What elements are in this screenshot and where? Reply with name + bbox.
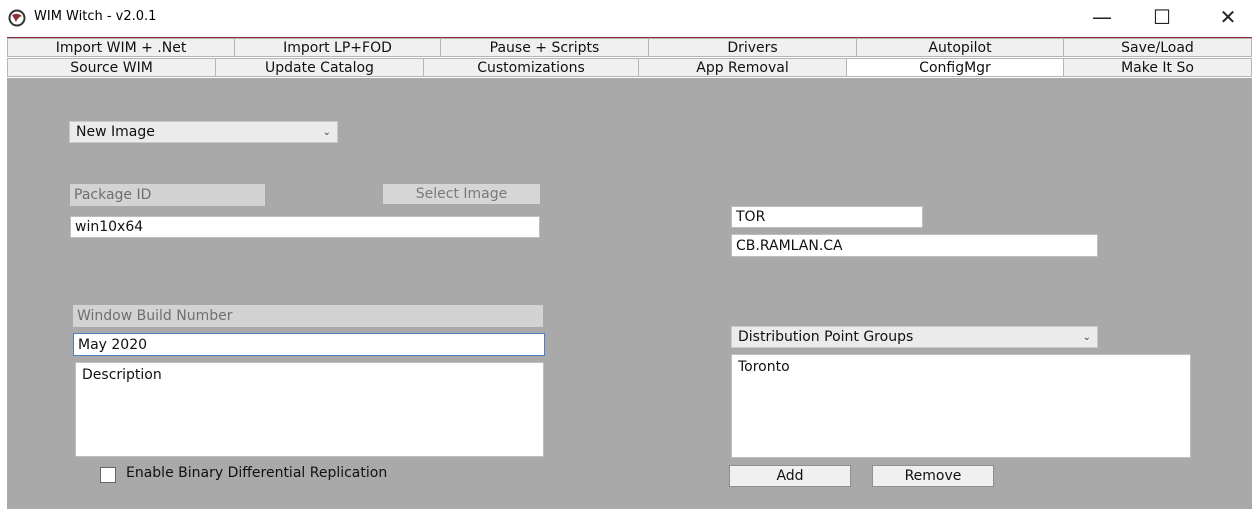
maximize-icon: ☐ [1153, 5, 1171, 29]
tab-pause-scripts[interactable]: Pause + Scripts [440, 38, 648, 57]
tab-row-1: Import WIM + .Net Import LP+FOD Pause + … [7, 38, 1252, 57]
chevron-down-icon: ⌄ [1082, 331, 1091, 343]
minimize-icon: — [1092, 5, 1112, 29]
tab-import-lp-fod[interactable]: Import LP+FOD [234, 38, 440, 57]
package-id-label: Package ID [70, 184, 265, 206]
tab-update-catalog[interactable]: Update Catalog [215, 58, 423, 77]
tab-customizations[interactable]: Customizations [423, 58, 638, 77]
build-number-label: Window Build Number [73, 305, 543, 327]
close-icon: ✕ [1219, 5, 1237, 29]
tab-autopilot[interactable]: Autopilot [856, 38, 1063, 57]
tab-save-load[interactable]: Save/Load [1063, 38, 1252, 57]
build-number-field[interactable]: May 2020 [73, 333, 545, 356]
app-icon [8, 9, 26, 27]
list-item[interactable]: Toronto [738, 359, 1184, 375]
dp-list[interactable]: Toronto [731, 354, 1191, 458]
site-server-field[interactable]: CB.RAMLAN.CA [731, 234, 1098, 257]
select-image-button[interactable]: Select Image [383, 184, 540, 204]
add-button[interactable]: Add [729, 465, 851, 487]
tab-row-2: Source WIM Update Catalog Customizations… [7, 58, 1252, 77]
description-field[interactable]: Description [75, 362, 544, 457]
tab-source-wim[interactable]: Source WIM [7, 58, 215, 77]
window-title: WIM Witch - v2.0.1 [34, 9, 157, 24]
tab-make-it-so[interactable]: Make It So [1063, 58, 1252, 77]
image-mode-value: New Image [76, 124, 155, 140]
binary-diff-checkbox[interactable] [100, 467, 116, 483]
remove-button[interactable]: Remove [872, 465, 994, 487]
tab-import-wim[interactable]: Import WIM + .Net [7, 38, 234, 57]
binary-diff-label: Enable Binary Differential Replication [126, 465, 388, 481]
chevron-down-icon: ⌄ [322, 126, 331, 138]
maximize-button[interactable]: ☐ [1140, 0, 1184, 34]
close-button[interactable]: ✕ [1206, 0, 1250, 34]
site-code-field[interactable]: TOR [731, 206, 923, 228]
package-id-field[interactable]: win10x64 [70, 216, 540, 238]
dp-type-value: Distribution Point Groups [738, 329, 914, 345]
tab-configmgr[interactable]: ConfigMgr [846, 58, 1063, 77]
image-mode-dropdown[interactable]: New Image ⌄ [69, 121, 338, 143]
dp-type-dropdown[interactable]: Distribution Point Groups ⌄ [731, 326, 1098, 348]
title-bar: WIM Witch - v2.0.1 — ☐ ✕ [0, 0, 1252, 36]
tab-drivers[interactable]: Drivers [648, 38, 856, 57]
tab-app-removal[interactable]: App Removal [638, 58, 846, 77]
minimize-button[interactable]: — [1080, 0, 1124, 34]
